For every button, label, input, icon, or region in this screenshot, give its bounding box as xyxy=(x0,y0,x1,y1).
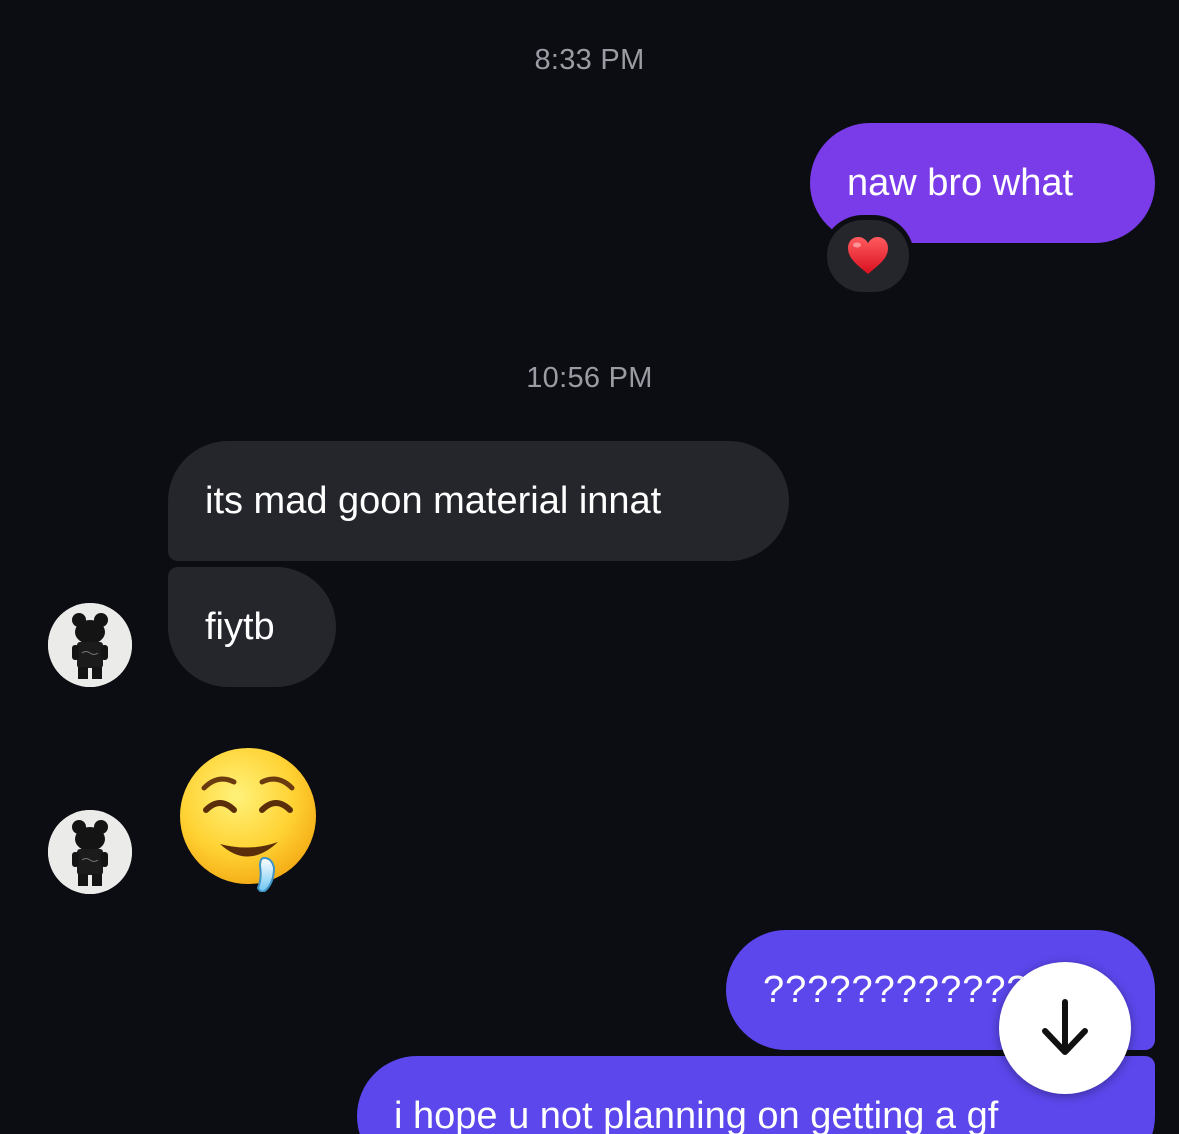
incoming-message[interactable]: fiytb xyxy=(168,567,336,687)
timestamp: 10:56 PM xyxy=(526,362,653,394)
message-text: i hope u not planning on getting a gf xyxy=(394,1095,999,1134)
message-text: naw bro what xyxy=(847,162,1074,204)
bear-figure-icon xyxy=(48,810,132,894)
avatar[interactable] xyxy=(48,603,132,687)
scroll-to-bottom-button[interactable] xyxy=(999,962,1131,1094)
bear-figure-icon xyxy=(48,603,132,687)
chat-thread[interactable]: 8:33 PM naw bro what 10:56 PM its mad go… xyxy=(0,0,1179,1134)
heart-icon xyxy=(848,237,888,274)
emoji-message[interactable] xyxy=(176,746,322,897)
incoming-message[interactable]: its mad goon material innat xyxy=(168,441,789,561)
message-text: fiytb xyxy=(205,606,275,648)
arrow-down-icon xyxy=(1042,999,1088,1055)
message-text: its mad goon material innat xyxy=(205,480,662,522)
avatar[interactable] xyxy=(48,810,132,894)
reaction-badge[interactable] xyxy=(822,215,914,297)
drooling-face-icon xyxy=(180,748,316,893)
timestamp: 8:33 PM xyxy=(534,44,645,76)
